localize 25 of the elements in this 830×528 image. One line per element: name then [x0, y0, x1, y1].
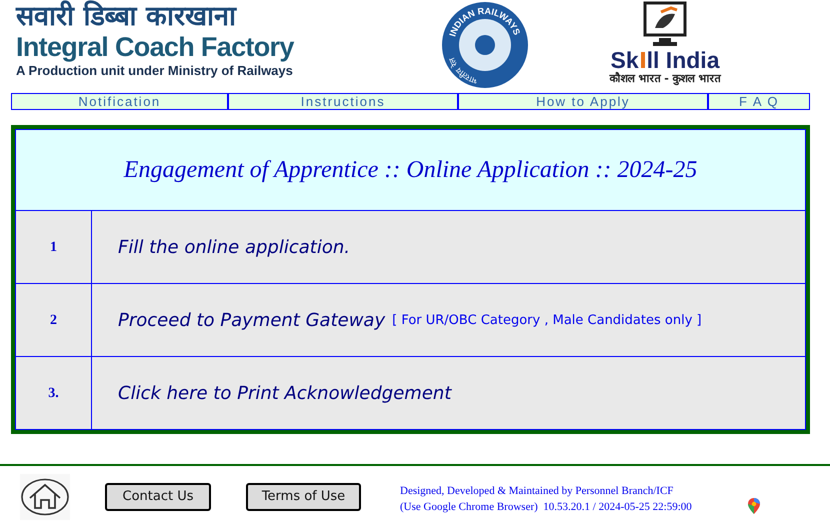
site-title: Integral Coach Factory	[16, 32, 296, 62]
hindi-title: सवारी डिब्बा कारखाना	[16, 2, 238, 32]
eligibility-note: [ For UR/OBC Category , Male Candidates only ]	[392, 312, 702, 330]
footer-button[interactable]: Contact Us	[105, 482, 211, 510]
nav-link[interactable]: Instructions	[228, 93, 458, 110]
step-number: 3.	[48, 384, 59, 402]
step-link[interactable]: Proceed to Payment Gateway	[118, 306, 386, 334]
step-link[interactable]: Click here to Print Acknowledgement	[118, 380, 452, 406]
step-number: 2	[50, 312, 57, 330]
home-button[interactable]	[20, 474, 70, 520]
step-link[interactable]: Fill the online application.	[118, 234, 350, 260]
panel-title: Engagement of Apprentice :: Online Application :: 2024-25	[124, 156, 698, 185]
map-pin-icon[interactable]	[748, 498, 760, 514]
skill-india-tagline: कौशल भारत - कुशल भारत	[610, 72, 720, 86]
step-number: 1	[50, 238, 57, 256]
browser-note: (Use Google Chrome Browser) 10.53.20.1 / 2024-05-25 22:59:00	[400, 500, 692, 514]
nav-link[interactable]: Notification	[11, 93, 228, 110]
nav-link[interactable]: How to Apply	[458, 93, 708, 110]
credit-text: Designed, Developed & Maintained by Personnel Branch/ICF	[400, 484, 674, 498]
monitor-icon	[641, 0, 689, 48]
home-icon	[21, 478, 69, 516]
site-subtitle: A Production unit under Ministry of Railways	[16, 62, 294, 79]
footer-button[interactable]: Terms of Use	[246, 482, 361, 510]
nav-link[interactable]: F A Q	[708, 93, 810, 110]
skill-india-logo-text: Sk ll India	[610, 48, 720, 72]
